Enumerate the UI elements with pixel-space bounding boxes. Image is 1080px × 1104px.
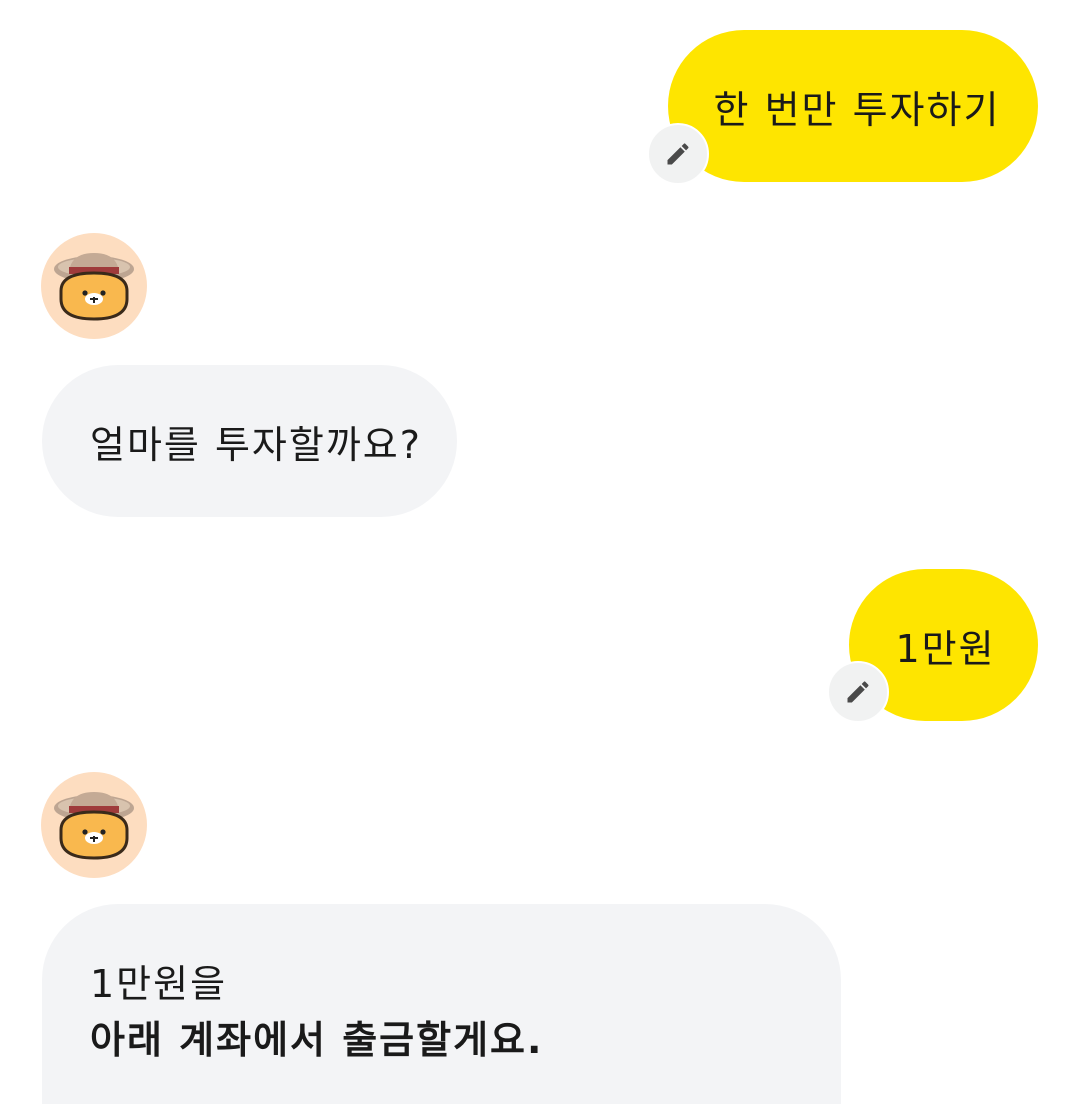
bot-message-bubble: 얼마를 투자할까요? bbox=[42, 365, 457, 517]
edit-message-button[interactable] bbox=[647, 123, 709, 185]
bot-avatar bbox=[41, 233, 147, 339]
bot-message-bubble: 1만원을 아래 계좌에서 출금할게요. bbox=[42, 904, 841, 1104]
pencil-icon bbox=[847, 681, 869, 703]
bot-message-line: 1만원을 bbox=[90, 962, 228, 1006]
user-message-bubble: 한 번만 투자하기 bbox=[668, 30, 1038, 182]
bot-message-line-bold: 아래 계좌에서 출금할게요. bbox=[90, 1018, 544, 1062]
bot-character-avatar-icon bbox=[54, 253, 134, 321]
bot-character-avatar-icon bbox=[54, 792, 134, 860]
edit-message-button[interactable] bbox=[827, 661, 889, 723]
bot-message-text: 얼마를 투자할까요? bbox=[90, 422, 422, 467]
user-message-text: 한 번만 투자하기 bbox=[713, 87, 1001, 132]
bot-avatar bbox=[41, 772, 147, 878]
pencil-icon bbox=[667, 143, 689, 165]
user-message-text: 1만원 bbox=[895, 626, 996, 671]
